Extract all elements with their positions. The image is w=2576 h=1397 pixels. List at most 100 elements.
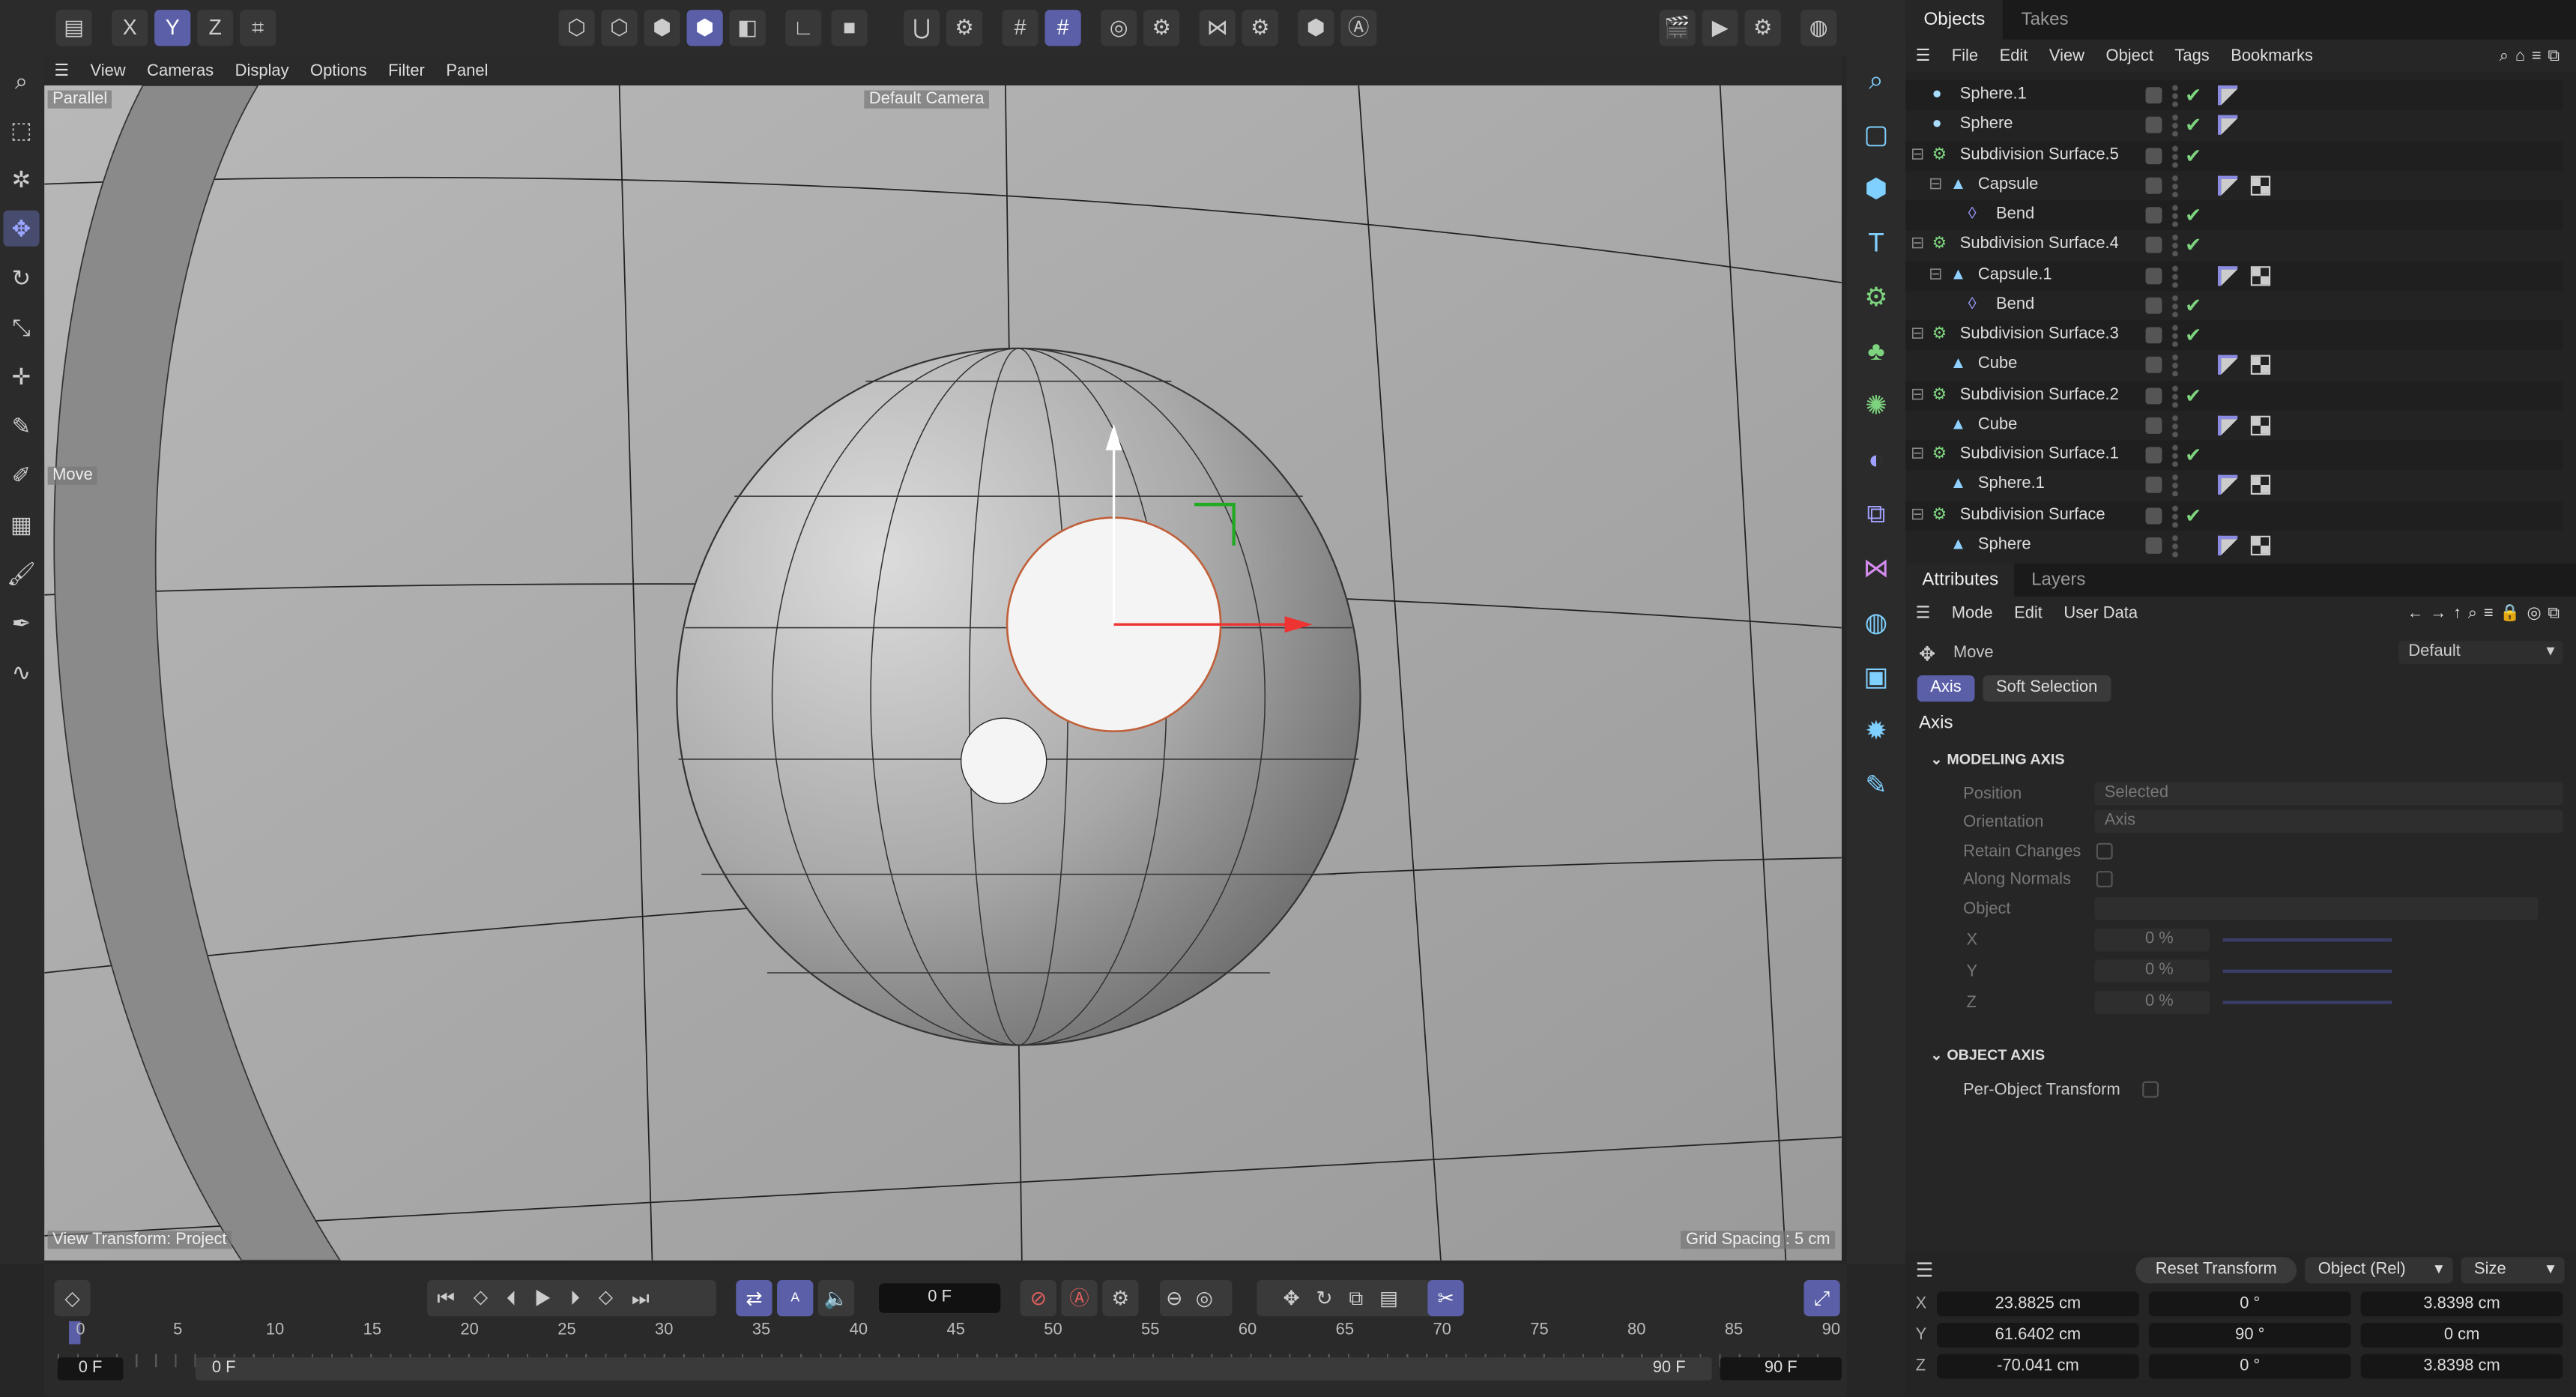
- text-icon[interactable]: T: [1854, 223, 1897, 266]
- menu-edit[interactable]: Edit: [2014, 604, 2043, 622]
- polygons-mode-icon[interactable]: ⬢: [644, 10, 680, 46]
- edit-icon[interactable]: [2145, 267, 2162, 284]
- enabled-check-icon[interactable]: ✔: [2185, 110, 2201, 139]
- visibility-dots[interactable]: [2171, 203, 2179, 227]
- object-axis-header[interactable]: ⌄ OBJECT AXIS: [1930, 1047, 2045, 1065]
- cube-icon[interactable]: ⬢: [1854, 169, 1897, 212]
- phong-tag-icon[interactable]: [2218, 85, 2238, 106]
- visibility-dots[interactable]: [2171, 173, 2179, 197]
- object-row[interactable]: ▲ Sphere.1: [1905, 471, 2563, 500]
- object-row[interactable]: ⊟ ▲ Capsule.1: [1905, 260, 2563, 290]
- collapse-icon[interactable]: ⊟: [1911, 501, 1924, 530]
- collapse-icon[interactable]: ⊟: [1929, 261, 1942, 290]
- object-link-field[interactable]: [2094, 897, 2539, 920]
- object-row[interactable]: ◊ Bend ✔: [1905, 291, 2563, 320]
- edit-icon[interactable]: [2145, 117, 2162, 134]
- workplane-icon[interactable]: ∟: [785, 10, 822, 46]
- cloner-icon[interactable]: ♣: [1854, 332, 1897, 375]
- edit-icon[interactable]: [2145, 297, 2162, 314]
- menu-bookmarks[interactable]: Bookmarks: [2231, 46, 2313, 64]
- subdivision-icon[interactable]: ⚙: [1854, 278, 1897, 321]
- object-row[interactable]: ● Sphere ✔: [1905, 110, 2563, 139]
- size-field[interactable]: 0 cm: [2360, 1323, 2563, 1348]
- object-row[interactable]: ▲ Cube: [1905, 411, 2563, 440]
- z-field[interactable]: 0 %: [2094, 991, 2210, 1014]
- size-field[interactable]: 3.8398 cm: [2360, 1291, 2563, 1317]
- tab-layers[interactable]: Layers: [2015, 564, 2102, 597]
- phong-tag-icon[interactable]: [2218, 115, 2238, 136]
- object-row[interactable]: ⊟ ⚙ Subdivision Surface ✔: [1905, 500, 2563, 531]
- edit-icon[interactable]: [2145, 447, 2162, 464]
- visibility-dots[interactable]: [2171, 474, 2179, 497]
- grid-icon[interactable]: #: [1002, 10, 1038, 46]
- record-icon[interactable]: ⊘: [1020, 1280, 1056, 1317]
- redshift-icon[interactable]: ◍: [1801, 10, 1837, 46]
- visibility-dots[interactable]: [2171, 113, 2179, 137]
- visibility-dots[interactable]: [2171, 263, 2179, 287]
- menu-edit[interactable]: Edit: [2000, 46, 2028, 64]
- camera-label[interactable]: Default Camera: [864, 90, 990, 109]
- edit-icon[interactable]: [2145, 327, 2162, 344]
- snap-icon[interactable]: ⋃: [903, 10, 940, 46]
- rotate-tool-icon[interactable]: ↻: [3, 259, 39, 295]
- phong-tag-icon[interactable]: [2218, 415, 2238, 435]
- range-slider[interactable]: 0 F 90 F: [195, 1357, 1712, 1381]
- collapse-icon[interactable]: ⊟: [1911, 381, 1924, 410]
- position-field[interactable]: 61.6402 cm: [1937, 1323, 2139, 1348]
- points-mode-icon[interactable]: ⬡: [558, 10, 595, 46]
- phong-tag-icon[interactable]: [2218, 355, 2238, 375]
- collapse-icon[interactable]: ⊟: [1911, 231, 1924, 260]
- collapse-icon[interactable]: ⊟: [1929, 170, 1942, 199]
- search-icon[interactable]: ⌕: [3, 62, 39, 98]
- edit-icon[interactable]: [2145, 387, 2162, 404]
- tab-soft-selection[interactable]: Soft Selection: [1983, 675, 2111, 702]
- visibility-dots[interactable]: [2171, 383, 2179, 407]
- model-mode-icon[interactable]: ⬢: [686, 10, 723, 46]
- auto-key-icon[interactable]: A: [777, 1280, 814, 1317]
- brush-icon[interactable]: ✐: [3, 457, 39, 493]
- rotation-field[interactable]: 0 °: [2148, 1291, 2351, 1317]
- render-settings-icon[interactable]: ⚙: [1744, 10, 1781, 46]
- visibility-dots[interactable]: [2171, 83, 2179, 107]
- light-icon[interactable]: ✹: [1854, 711, 1897, 754]
- menu-mode[interactable]: Mode: [1952, 604, 1993, 622]
- paint-select-icon[interactable]: ✲: [3, 161, 39, 197]
- field-icon[interactable]: ⧉: [1854, 495, 1897, 537]
- along-normals-checkbox[interactable]: [2096, 871, 2113, 888]
- spline-tool-icon[interactable]: ⋈: [1854, 549, 1897, 591]
- visibility-dots[interactable]: [2171, 323, 2179, 347]
- generator-icon[interactable]: ✺: [1854, 386, 1897, 429]
- phong-tag-icon[interactable]: [2218, 175, 2238, 196]
- timeline-expand-icon[interactable]: ⤢: [1803, 1280, 1840, 1317]
- modeling-axis-header[interactable]: ⌄ MODELING AXIS: [1930, 751, 2064, 769]
- end-frame-field[interactable]: 90 F: [1720, 1357, 1842, 1381]
- edit-icon[interactable]: [2145, 477, 2162, 494]
- enabled-check-icon[interactable]: ✔: [2185, 140, 2201, 169]
- edges-mode-icon[interactable]: ⬡: [601, 10, 638, 46]
- render-view-icon[interactable]: 🎬: [1659, 10, 1696, 46]
- tab-axis[interactable]: Axis: [1917, 675, 1975, 702]
- edit-icon[interactable]: [2145, 417, 2162, 434]
- camera-object-icon[interactable]: ▣: [1854, 657, 1897, 700]
- menu-tags[interactable]: Tags: [2174, 46, 2209, 64]
- edit-render-icon[interactable]: ✎: [1854, 766, 1897, 809]
- edit-icon[interactable]: [2145, 237, 2162, 254]
- collapse-icon[interactable]: ⊟: [1911, 441, 1924, 470]
- visibility-dots[interactable]: [2171, 444, 2179, 467]
- hamburger-icon[interactable]: ☰: [1916, 1259, 1934, 1282]
- size-field[interactable]: 3.8398 cm: [2360, 1354, 2563, 1379]
- object-row[interactable]: ▲ Sphere: [1905, 531, 2563, 560]
- x-slider[interactable]: [2222, 938, 2392, 942]
- key-type-tools[interactable]: ✥↻⧉▤: [1257, 1280, 1441, 1317]
- null-icon[interactable]: ▢: [1854, 115, 1897, 157]
- material-tag-icon[interactable]: [2250, 175, 2271, 196]
- lock-icon[interactable]: ◎: [1101, 10, 1137, 46]
- edit-icon[interactable]: [2145, 147, 2162, 164]
- orientation-dropdown[interactable]: Axis: [2094, 809, 2563, 833]
- select-icon[interactable]: ⬚: [3, 112, 39, 148]
- visibility-dots[interactable]: [2171, 534, 2179, 557]
- tab-attributes[interactable]: Attributes: [1905, 564, 2016, 597]
- menu-file[interactable]: File: [1952, 46, 1978, 64]
- object-row[interactable]: ⊟ ⚙ Subdivision Surface.1 ✔: [1905, 440, 2563, 471]
- hamburger-icon[interactable]: ☰: [1916, 604, 1931, 622]
